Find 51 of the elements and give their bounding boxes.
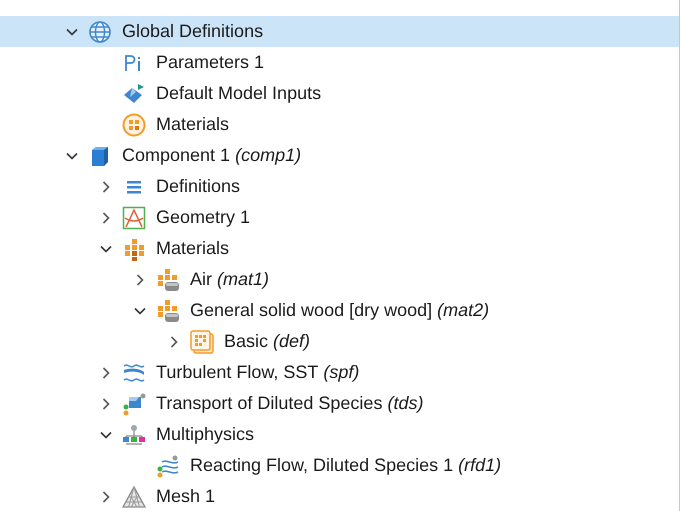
item-label: Turbulent Flow, SST	[156, 362, 318, 383]
materials-icon	[122, 112, 146, 136]
item-label: Basic	[224, 331, 268, 352]
item-label: Transport of Diluted Species	[156, 393, 382, 414]
multiphysics-icon	[122, 422, 146, 446]
item-tag: (comp1)	[235, 145, 302, 166]
mesh-icon	[122, 484, 146, 508]
item-tag: (rfd1)	[458, 455, 502, 476]
item-label: Air	[190, 269, 212, 290]
tree-item[interactable]: Component 1 (comp1)	[0, 140, 679, 171]
tree-item[interactable]: Multiphysics	[0, 419, 679, 450]
tree-item[interactable]: Default Model Inputs	[0, 78, 679, 109]
tree-item[interactable]: Mesh 1	[0, 481, 679, 511]
item-label: Multiphysics	[156, 424, 254, 445]
materials-icon	[122, 236, 146, 260]
item-tag: (tds)	[387, 393, 424, 414]
tree-item[interactable]: Materials	[0, 109, 679, 140]
tree-item[interactable]: Parameters 1	[0, 47, 679, 78]
item-label: Component 1	[122, 145, 230, 166]
item-tag: (mat2)	[437, 300, 490, 321]
tree-item[interactable]: Materials	[0, 233, 679, 264]
globe-icon	[88, 20, 112, 44]
item-tag: (def)	[273, 331, 310, 352]
item-label: Default Model Inputs	[156, 83, 322, 104]
species-icon	[122, 392, 146, 416]
tree-item[interactable]: Geometry 1	[0, 202, 679, 233]
tree-item[interactable]: Basic (def)	[0, 326, 679, 357]
item-label: Geometry 1	[156, 207, 250, 228]
tree-item[interactable]: Transport of Diluted Species (tds)	[0, 388, 679, 419]
item-label: Materials	[156, 114, 230, 135]
item-label: Global Definitions	[122, 21, 264, 42]
tree-item[interactable]: General solid wood [dry wood] (mat2)	[0, 295, 679, 326]
material-icon	[156, 298, 180, 322]
item-label: Mesh 1	[156, 486, 216, 507]
item-label: Parameters 1	[156, 52, 264, 73]
cube-flag-icon	[122, 82, 146, 106]
tree-item[interactable]: Definitions	[0, 171, 679, 202]
material-property-icon	[190, 330, 214, 354]
tree-item[interactable]: Air (mat1)	[0, 264, 679, 295]
item-tag: (mat1)	[217, 269, 270, 290]
item-label: Definitions	[156, 176, 240, 197]
item-label: Materials	[156, 238, 230, 259]
item-label: Reacting Flow, Diluted Species 1	[190, 455, 454, 476]
item-tag: (spf)	[323, 362, 360, 383]
tree-item[interactable]: Reacting Flow, Diluted Species 1 (rfd1)	[0, 450, 679, 481]
material-icon	[156, 268, 180, 292]
item-label: General solid wood [dry wood]	[190, 300, 432, 321]
tree-item[interactable]: Turbulent Flow, SST (spf)	[0, 357, 679, 388]
tree-item[interactable]: Global Definitions	[0, 16, 679, 47]
geometry-icon	[122, 206, 146, 230]
reacting-flow-icon	[156, 454, 180, 478]
